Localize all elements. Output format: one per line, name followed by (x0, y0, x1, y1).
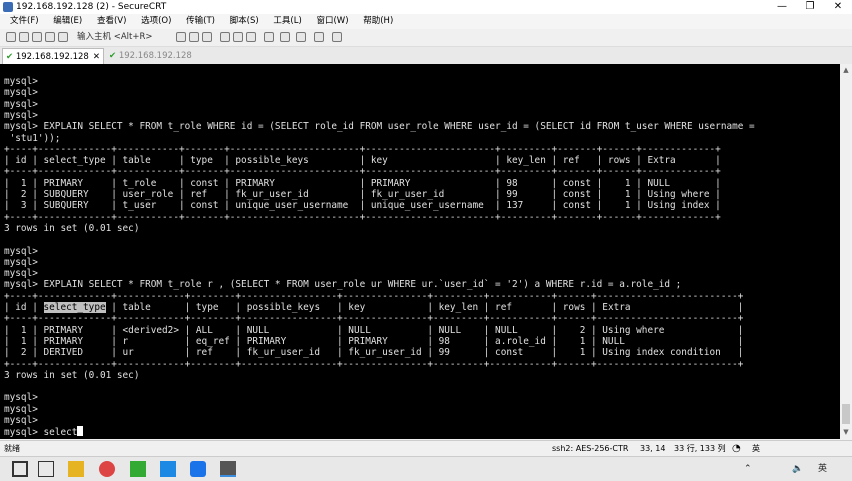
terminal-line: mysql> (4, 403, 38, 415)
settings-icon[interactable] (280, 32, 290, 42)
terminal-line: mysql> select (4, 426, 84, 438)
tray-chevron-icon[interactable]: ⌃ (744, 457, 752, 481)
selected-text: select_type (43, 302, 106, 313)
ime-icon[interactable]: ◔ (732, 441, 741, 457)
text-cursor (77, 426, 84, 437)
connect-in-tab-icon[interactable] (32, 32, 42, 42)
title-bar: 192.168.192.128 (2) - SecureCRT — ❐ ✕ (0, 0, 852, 14)
terminal-line: mysql> (4, 87, 38, 99)
menu-view[interactable]: 查看(V) (97, 16, 126, 26)
menu-file[interactable]: 文件(F) (10, 16, 39, 26)
terminal-line: mysql> (4, 256, 38, 268)
volume-icon[interactable]: 🔈 (792, 457, 803, 481)
tab-session-1[interactable]: ✔ 192.168.192.128 (106, 48, 216, 64)
terminal-line: 3 rows in set (0.01 sec) (4, 369, 140, 381)
terminal-line: +----+-------------+-----------+-------+… (4, 166, 721, 178)
connected-check-icon: ✔ (6, 52, 14, 62)
terminal-line: | id | select_type | table | type | poss… (4, 302, 744, 313)
print-icon[interactable] (220, 32, 230, 42)
task-view-icon[interactable] (38, 461, 54, 477)
reconnect-icon[interactable] (45, 32, 55, 42)
terminal-line: +----+-------------+------------+-------… (4, 313, 744, 325)
terminal-line: | 3 | SUBQUERY | t_user | const | unique… (4, 200, 721, 212)
scroll-up-icon[interactable]: ▲ (840, 66, 852, 74)
quick-connect-input[interactable]: 输入主机 <Alt+R> (77, 31, 152, 44)
about-icon[interactable] (332, 32, 342, 42)
menu-transfer[interactable]: 传输(T) (186, 16, 215, 26)
securecrt-app-icon (3, 2, 13, 12)
help-icon[interactable] (314, 32, 324, 42)
menu-options[interactable]: 选项(O) (141, 16, 171, 26)
terminal-line: +----+-------------+------------+-------… (4, 358, 744, 370)
paste-icon[interactable] (189, 32, 199, 42)
menu-edit[interactable]: 编辑(E) (53, 16, 82, 26)
scroll-thumb[interactable] (842, 404, 850, 424)
terminal-line: mysql> (4, 268, 38, 280)
status-cursor-position: 33, 14 (640, 444, 666, 453)
typora-icon[interactable] (160, 461, 176, 477)
terminal-line: +----+-------------+-----------+-------+… (4, 211, 721, 223)
tab-session-2[interactable]: ✔ 192.168.192.128 (2) ✕ (2, 48, 104, 78)
app-icon[interactable] (130, 461, 146, 477)
window-title: 192.168.192.128 (2) - SecureCRT (16, 2, 167, 12)
menu-tools[interactable]: 工具(L) (273, 16, 301, 26)
menu-window[interactable]: 窗口(W) (316, 16, 348, 26)
tab-label: 192.168.192.128 (118, 51, 192, 61)
menu-script[interactable]: 脚本(S) (230, 16, 259, 26)
maximize-button[interactable]: ❐ (796, 0, 824, 14)
terminal-line: | 2 | SUBQUERY | user_role | ref | fk_ur… (4, 189, 721, 200)
terminal-line: mysql> EXPLAIN SELECT * FROM t_role r , … (4, 279, 682, 291)
terminal-line: | 2 | DERIVED | ur | ref | fk_ur_user_id… (4, 347, 744, 359)
toolbar: 输入主机 <Alt+R> (0, 29, 852, 47)
terminal-line: mysql> (4, 76, 38, 87)
terminal-line: | 1 | PRIMARY | t_role | const | PRIMARY… (4, 177, 721, 189)
securecrt-taskbar-icon[interactable] (220, 461, 236, 477)
quick-connect-icon[interactable] (19, 32, 29, 42)
close-button[interactable]: ✕ (824, 0, 852, 14)
terminal-line: 3 rows in set (0.01 sec) (4, 222, 140, 234)
status-terminal-size: 33 行, 133 列 (674, 444, 726, 453)
terminal-line: mysql> (4, 98, 38, 110)
key-map-icon[interactable] (264, 32, 274, 42)
find-icon[interactable] (202, 32, 212, 42)
terminal-line: +----+-------------+------------+-------… (4, 290, 744, 302)
minimize-button[interactable]: — (768, 0, 796, 14)
ime-mode[interactable]: 英 (752, 441, 760, 457)
terminal-line: 'stu1')); (4, 132, 61, 144)
tray-ime[interactable]: 英 (818, 457, 827, 481)
windows-taskbar: ⌃ 🔈 英 (0, 456, 852, 481)
menu-bar: 文件(F) 编辑(E) 查看(V) 选项(O) 传输(T) 脚本(S) 工具(L… (0, 14, 852, 29)
terminal-line: | 1 | PRIMARY | r | eq_ref | PRIMARY | P… (4, 335, 744, 347)
copy-icon[interactable] (176, 32, 186, 42)
connected-check-icon: ✔ (109, 51, 117, 61)
terminal-line: mysql> (4, 245, 38, 257)
status-cipher: ssh2: AES-256-CTR (552, 444, 629, 453)
status-bar: 就绪 ssh2: AES-256-CTR 33, 14 33 行, 133 列 … (0, 440, 852, 457)
terminal-line: mysql> EXPLAIN SELECT * FROM t_role WHER… (4, 121, 755, 133)
vm-icon[interactable] (190, 461, 206, 477)
terminal-line: | 1 | PRIMARY | <derived2> | ALL | NULL … (4, 324, 744, 336)
tab-close-icon[interactable]: ✕ (93, 49, 100, 65)
terminal-scrollbar[interactable]: ▲ ▼ (840, 64, 852, 439)
terminal-line: +----+-------------+-----------+-------+… (4, 143, 721, 155)
connect-icon[interactable] (6, 32, 16, 42)
terminal-output[interactable]: mysql> mysql> mysql> mysql> mysql> EXPLAIN S… (0, 64, 840, 439)
menu-help[interactable]: 帮助(H) (363, 16, 393, 26)
sftp-icon[interactable] (233, 32, 243, 42)
terminal-line: mysql> (4, 392, 38, 404)
terminal-line: | id | select_type | table | type | poss… (4, 155, 721, 167)
chrome-icon[interactable] (99, 461, 115, 477)
start-icon[interactable] (12, 461, 28, 477)
file-explorer-icon[interactable] (68, 461, 84, 477)
session-tab-bar: ✔ 192.168.192.128 (2) ✕ ✔ 192.168.192.12… (0, 47, 852, 105)
scroll-down-icon[interactable]: ▼ (840, 428, 852, 436)
properties-icon[interactable] (246, 32, 256, 42)
terminal-line: mysql> (4, 109, 38, 121)
keymap-editor-icon[interactable] (296, 32, 306, 42)
disconnect-icon[interactable] (58, 32, 68, 42)
status-ready: 就绪 (4, 444, 20, 453)
terminal-line: mysql> (4, 415, 38, 426)
